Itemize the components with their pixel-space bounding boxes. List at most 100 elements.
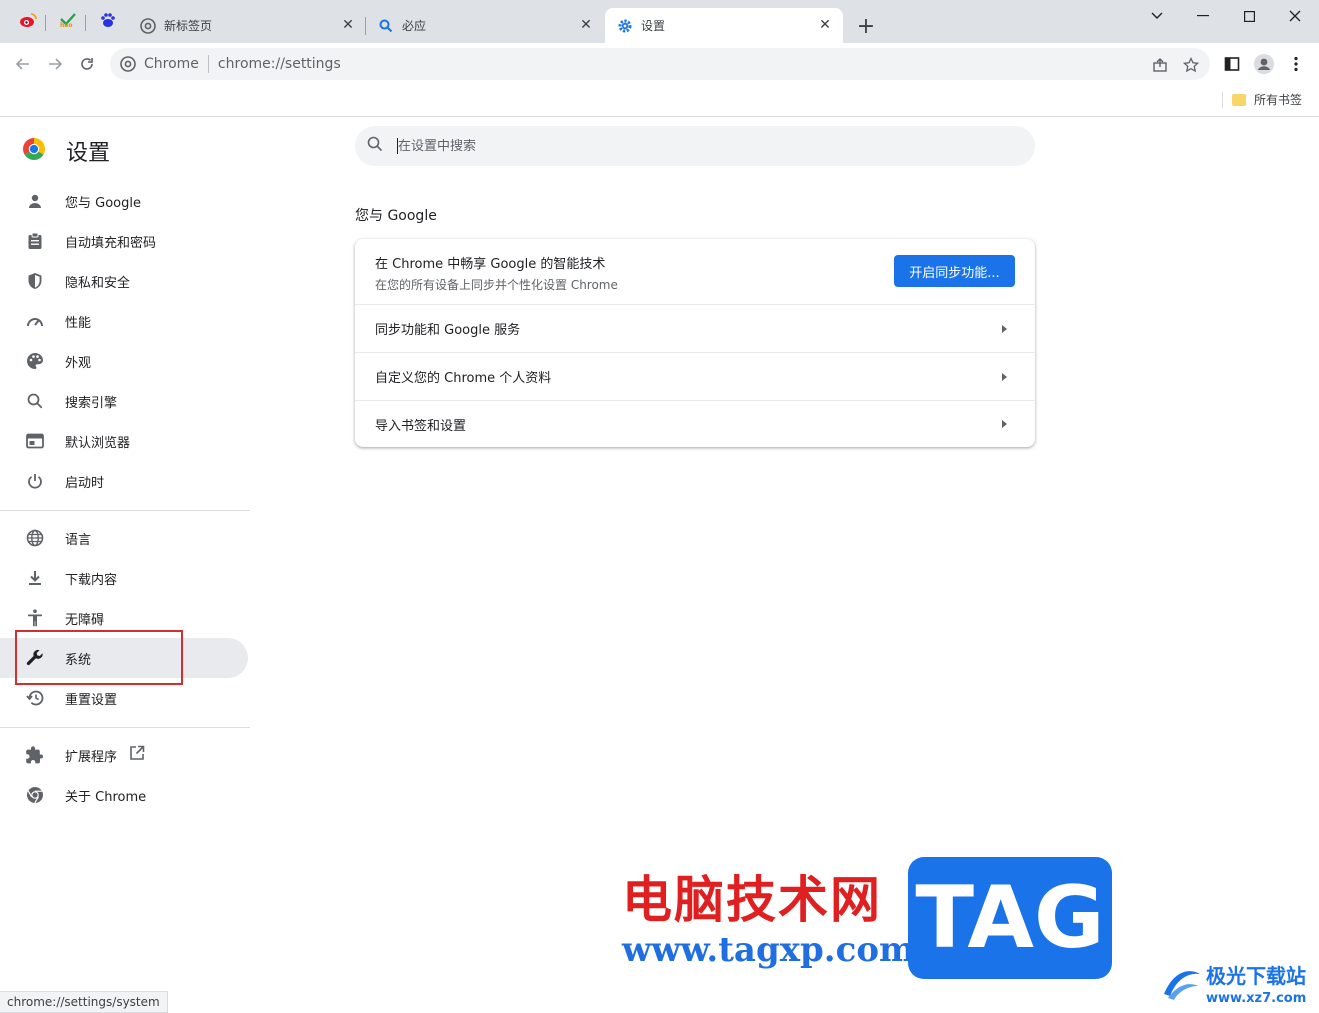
globe-icon [24, 527, 46, 549]
arrow-right-icon [1002, 324, 1007, 333]
share-icon[interactable] [1150, 55, 1170, 75]
page-title: 设置 [66, 141, 111, 166]
close-window-button[interactable] [1272, 4, 1318, 28]
sidebar-item-download[interactable]: 下载内容 [0, 558, 248, 598]
open-in-new-icon [129, 745, 145, 765]
sidebar-item-puzzle[interactable]: 扩展程序 [0, 735, 248, 775]
status-bubble: chrome://settings/system [0, 991, 168, 1013]
hao123-icon: hao [59, 12, 77, 32]
profile-button[interactable] [1250, 50, 1278, 78]
chevron-down-icon [1151, 12, 1163, 19]
search-icon [24, 390, 46, 412]
back-button[interactable] [9, 50, 37, 78]
weibo-icon [19, 12, 37, 32]
accessibility-icon [24, 607, 46, 629]
menu-button[interactable] [1282, 50, 1310, 78]
sidebar-item-label: 外观 [65, 355, 92, 371]
xz-name: 极光下载站 [1206, 964, 1306, 988]
sidebar-item-label: 默认浏览器 [65, 435, 131, 451]
sidebar-item-shield[interactable]: 隐私和安全 [0, 261, 248, 301]
tab-title: 必应 [402, 19, 427, 33]
tab-new-tab[interactable]: 新标签页 ✕ [128, 8, 366, 43]
tab-title: 新标签页 [164, 19, 213, 33]
close-icon[interactable]: ✕ [340, 17, 356, 33]
maximize-icon [1243, 10, 1255, 22]
you-and-google-card: 在 Chrome 中畅享 Google 的智能技术 在您的所有设备上同步并个性化… [355, 239, 1035, 447]
svg-text:hao: hao [60, 22, 72, 28]
sidebar-item-label: 性能 [65, 315, 92, 331]
chrome-icon [24, 784, 46, 806]
maximize-button[interactable] [1226, 4, 1272, 28]
chrome-icon [120, 56, 136, 72]
new-tab-button[interactable]: + [852, 13, 880, 39]
sidebar-item-clipboard[interactable]: 自动填充和密码 [0, 221, 248, 261]
row-import-bookmarks[interactable]: 导入书签和设置 [355, 400, 1035, 447]
star-icon[interactable] [1181, 55, 1201, 75]
xz-swoosh-icon [1164, 971, 1200, 1000]
address-bar[interactable]: Chrome chrome://settings [110, 48, 1210, 80]
sidebar-item-speedometer[interactable]: 性能 [0, 301, 248, 341]
close-icon[interactable]: ✕ [817, 17, 833, 33]
tab-strip: hao 新标签页 ✕ 必应 ✕ 设置 ✕ + [0, 0, 1319, 43]
gear-icon [617, 18, 633, 34]
pinned-tab-baidu[interactable] [90, 8, 126, 36]
annotation-highlight [15, 630, 183, 685]
tab-search-button[interactable] [1134, 4, 1180, 28]
arrow-right-icon [49, 58, 63, 70]
sidebar-item-palette[interactable]: 外观 [0, 341, 248, 381]
row-customize-profile[interactable]: 自定义您的 Chrome 个人资料 [355, 352, 1035, 400]
search-icon [378, 18, 394, 34]
chrome-icon [140, 17, 156, 34]
all-bookmarks-folder[interactable]: 所有书签 [1232, 91, 1302, 108]
reload-icon [81, 58, 93, 70]
chrome-logo-icon [22, 137, 46, 165]
forward-button[interactable] [41, 50, 69, 78]
puzzle-icon [24, 744, 46, 766]
sidebar-item-person[interactable]: 您与 Google [0, 181, 248, 221]
settings-header: 设置 [22, 135, 110, 167]
palette-icon [24, 350, 46, 372]
pinned-tab-weibo[interactable] [10, 8, 46, 36]
sidebar-item-browser[interactable]: 默认浏览器 [0, 421, 248, 461]
arrow-right-icon [1002, 372, 1007, 381]
xz-url: www.xz7.com [1206, 991, 1307, 1006]
baidu-icon [100, 12, 116, 32]
url-text[interactable]: chrome://settings [218, 56, 341, 72]
sidebar-item-label: 关于 Chrome [65, 789, 147, 805]
tab-bing[interactable]: 必应 ✕ [366, 8, 604, 43]
watermark-site-url: www.tagxp.com [622, 930, 915, 970]
power-icon [24, 470, 46, 492]
side-panel-icon [1224, 57, 1240, 71]
sidebar-item-label: 无障碍 [65, 612, 105, 628]
sidebar-item-label: 重置设置 [65, 692, 118, 708]
avatar [1254, 54, 1274, 74]
tab-settings[interactable]: 设置 ✕ [605, 8, 843, 43]
watermark-site-cn: 电脑技术网 [622, 871, 882, 929]
watermark-xz-logo: 极光下载站 www.xz7.com [1160, 960, 1306, 1006]
reload-button[interactable] [73, 50, 101, 78]
sidebar-item-power[interactable]: 启动时 [0, 461, 248, 501]
section-title: 您与 Google [355, 208, 437, 224]
folder-icon [1232, 93, 1246, 106]
close-icon[interactable]: ✕ [578, 17, 594, 33]
turn-on-sync-button[interactable]: 开启同步功能... [894, 255, 1015, 287]
history-icon [24, 687, 46, 709]
settings-search[interactable] [355, 126, 1035, 166]
row-label: 自定义您的 Chrome 个人资料 [375, 371, 552, 386]
sidebar-divider [0, 727, 250, 728]
pinned-tab-hao123[interactable]: hao [50, 8, 86, 36]
minimize-button[interactable] [1180, 4, 1226, 28]
search-icon [367, 136, 383, 156]
site-info-chip[interactable]: Chrome [120, 56, 199, 72]
sidebar-item-search[interactable]: 搜索引擎 [0, 381, 248, 421]
sidebar-item-label: 启动时 [65, 475, 105, 491]
arrow-left-icon [15, 58, 29, 70]
side-panel-button[interactable] [1218, 50, 1246, 78]
toolbar: Chrome chrome://settings [0, 43, 1319, 85]
sidebar-item-chrome[interactable]: 关于 Chrome [0, 775, 248, 815]
row-label: 导入书签和设置 [375, 418, 467, 434]
sidebar-item-globe[interactable]: 语言 [0, 518, 248, 558]
row-sync-services[interactable]: 同步功能和 Google 服务 [355, 304, 1035, 352]
download-icon [24, 567, 46, 589]
search-input[interactable] [398, 138, 958, 154]
